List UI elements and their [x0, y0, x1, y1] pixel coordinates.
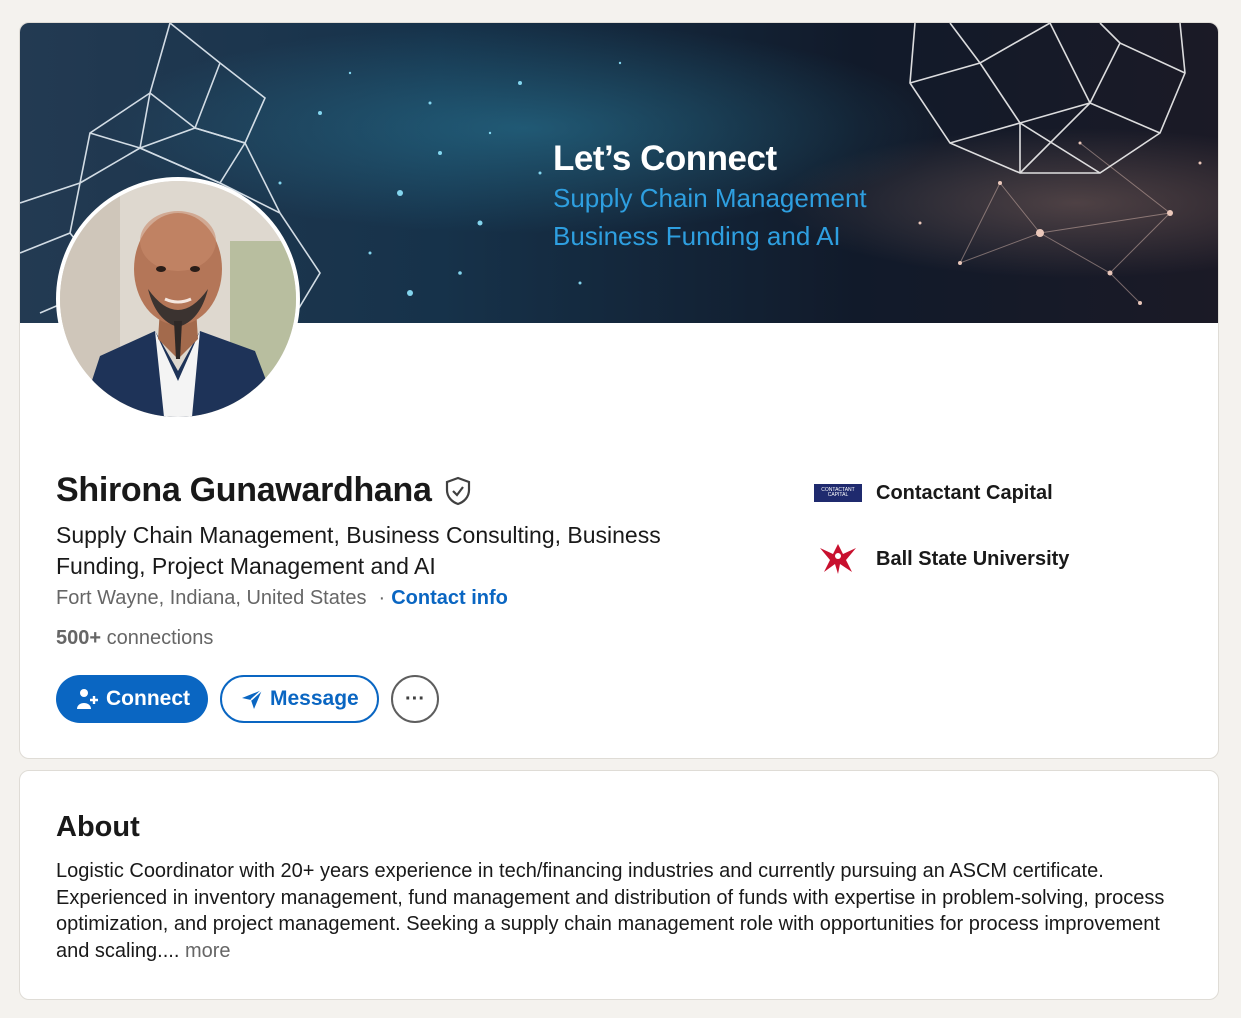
send-icon: [242, 689, 263, 709]
banner-subline-1: Supply Chain Management: [553, 183, 867, 213]
profile-location: Fort Wayne, Indiana, United States: [56, 587, 367, 609]
location-row: Fort Wayne, Indiana, United States · Con…: [56, 587, 508, 610]
add-person-icon: [77, 689, 98, 709]
message-button[interactable]: Message: [220, 675, 379, 723]
connect-button[interactable]: Connect: [56, 675, 208, 723]
cardinal-logo: [814, 543, 862, 575]
connections-label: connections: [106, 627, 214, 649]
connect-button-label: Connect: [106, 687, 190, 710]
profile-headline: Supply Chain Management, Business Consul…: [56, 522, 661, 579]
profile-card: Let’s Connect Supply Chain Management Bu…: [19, 22, 1219, 759]
separator-dot: ·: [378, 587, 386, 609]
ellipsis-icon: ···: [405, 687, 425, 710]
about-text: Logistic Coordinator with 20+ years expe…: [56, 858, 1166, 964]
school-name: Ball State University: [876, 547, 1070, 570]
banner-subline-2: Business Funding and AI: [553, 221, 841, 251]
connections-count[interactable]: 500+ connections: [56, 627, 213, 650]
shield-check-icon[interactable]: [442, 475, 474, 507]
more-actions-button[interactable]: ···: [391, 675, 439, 723]
about-title: About: [56, 811, 140, 843]
contact-info-link[interactable]: Contact info: [391, 587, 508, 610]
avatar-image: [60, 181, 296, 417]
message-button-label: Message: [270, 687, 359, 710]
education-school[interactable]: Ball State University: [814, 543, 1069, 575]
name-row: Shirona Gunawardhana: [56, 471, 474, 510]
company-logo: CONTACTANT CAPITAL: [814, 477, 862, 509]
current-company[interactable]: CONTACTANT CAPITAL Contactant Capital: [814, 477, 1053, 509]
about-section: About Logistic Coordinator with 20+ year…: [19, 770, 1219, 1000]
profile-name: Shirona Gunawardhana: [56, 471, 432, 509]
banner-text: Let’s Connect Supply Chain Management Bu…: [553, 139, 867, 255]
profile-actions: Connect Message ···: [56, 675, 439, 723]
company-name: Contactant Capital: [876, 481, 1053, 504]
see-more-link[interactable]: more: [185, 940, 231, 962]
profile-photo[interactable]: [56, 177, 300, 421]
connections-number: 500+: [56, 627, 102, 649]
company-logo-text: CONTACTANT CAPITAL: [814, 484, 862, 502]
banner-headline: Let’s Connect: [553, 139, 777, 178]
